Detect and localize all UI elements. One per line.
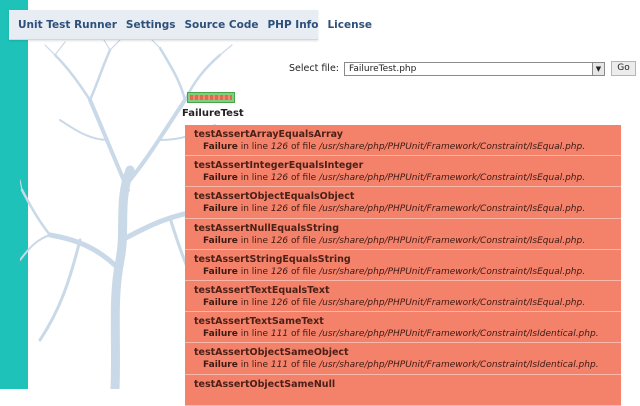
file-path: /usr/share/php/PHPUnit/Framework/Constra… (319, 360, 599, 371)
failure-status: Failure (203, 266, 238, 277)
nav-unit-test-runner[interactable]: Unit Test Runner (18, 19, 117, 31)
message-text: of file (290, 204, 317, 215)
message-text: in line (240, 266, 269, 277)
failure-message: Failure in line 111 of file /usr/share/p… (194, 328, 621, 341)
file-select-value: FailureTest.php (349, 63, 417, 74)
test-results-list: testAssertArrayEqualsArray Failure in lin… (185, 125, 621, 406)
message-text: in line (240, 329, 269, 340)
message-text: in line (240, 173, 269, 184)
line-number: 126 (270, 142, 289, 152)
file-path: /usr/share/php/PHPUnit/Framework/Constra… (319, 329, 599, 340)
failure-message: Failure in line 126 of file /usr/share/p… (194, 266, 621, 279)
failure-status: Failure (203, 360, 238, 371)
nav-license[interactable]: License (327, 19, 371, 31)
test-result-row: testAssertObjectSameNull (185, 374, 621, 406)
file-path: /usr/share/php/PHPUnit/Framework/Constra… (319, 235, 586, 246)
failure-message: Failure in line 126 of file /usr/share/p… (194, 297, 621, 310)
message-text: of file (290, 142, 317, 152)
nav-source-code[interactable]: Source Code (184, 19, 258, 31)
line-number: 111 (270, 329, 289, 340)
message-text: in line (240, 297, 269, 308)
test-name: testAssertObjectEqualsObject (194, 191, 355, 203)
line-number: 126 (270, 297, 289, 308)
message-text: in line (240, 235, 269, 246)
line-number: 126 (270, 266, 289, 277)
failure-status: Failure (203, 329, 238, 340)
chevron-down-icon[interactable]: ▼ (592, 62, 604, 75)
test-result-row: testAssertNullEqualsString Failure in lin… (185, 218, 621, 250)
test-name: testAssertNullEqualsString (194, 222, 340, 234)
file-path: /usr/share/php/PHPUnit/Framework/Constra… (319, 142, 586, 152)
message-text: in line (240, 204, 269, 215)
message-text: of file (290, 235, 317, 246)
failure-status: Failure (203, 297, 238, 308)
test-progress-bar (187, 92, 235, 103)
failure-status: Failure (203, 235, 238, 246)
line-number: 126 (270, 204, 289, 215)
failure-message: Failure in line 126 of file /usr/share/p… (194, 235, 621, 248)
test-name: testAssertObjectSameObject (194, 347, 349, 359)
file-path: /usr/share/php/PHPUnit/Framework/Constra… (319, 173, 586, 184)
file-selector-row: Select file: FailureTest.php ▼ Go (289, 60, 636, 77)
test-result-row: testAssertTextEqualsText Failure in line … (185, 280, 621, 313)
message-text: of file (290, 173, 317, 184)
line-number: 126 (270, 173, 289, 184)
failure-status: Failure (203, 173, 238, 184)
message-text: of file (290, 329, 317, 340)
failure-message: Failure in line 126 of file /usr/share/p… (194, 172, 621, 185)
test-result-row: testAssertIntegerEqualsInteger Failure in… (185, 156, 621, 188)
test-name: testAssertTextEqualsText (194, 284, 330, 296)
nav-php-info[interactable]: PHP Info (267, 19, 318, 31)
test-name: testAssertIntegerEqualsInteger (194, 160, 364, 172)
test-name: testAssertObjectSameNull (194, 378, 336, 390)
message-text: of file (290, 266, 317, 277)
test-name: testAssertStringEqualsString (194, 253, 351, 265)
failure-status: Failure (203, 142, 238, 152)
test-result-row: testAssertObjectSameObject Failure in lin… (185, 343, 621, 375)
message-text: of file (290, 360, 317, 371)
message-text: in line (240, 142, 269, 152)
failure-message: Failure in line 126 of file /usr/share/p… (194, 141, 621, 154)
file-path: /usr/share/php/PHPUnit/Framework/Constra… (319, 266, 586, 277)
test-result-row: testAssertObjectEqualsObject Failure in l… (185, 187, 621, 219)
message-text: in line (240, 360, 269, 371)
nav-settings[interactable]: Settings (126, 19, 176, 31)
failure-status: Failure (203, 204, 238, 215)
test-name: testAssertTextSameText (194, 316, 324, 328)
test-name: testAssertArrayEqualsArray (194, 129, 343, 140)
file-path: /usr/share/php/PHPUnit/Framework/Constra… (319, 297, 586, 308)
go-button[interactable]: Go (611, 61, 636, 76)
progress-failure-fill (190, 95, 232, 100)
line-number: 126 (270, 235, 289, 246)
failure-message: Failure in line 111 of file /usr/share/p… (194, 359, 621, 372)
select-file-label: Select file: (289, 63, 339, 74)
test-result-row: testAssertTextSameText Failure in line 11… (185, 312, 621, 344)
top-nav: Unit Test Runner Settings Source Code PH… (9, 10, 372, 40)
test-result-row: testAssertStringEqualsString Failure in l… (185, 249, 621, 281)
test-result-row: testAssertArrayEqualsArray Failure in lin… (185, 125, 621, 157)
line-number: 111 (270, 360, 289, 371)
suite-title: FailureTest (182, 108, 244, 119)
file-path: /usr/share/php/PHPUnit/Framework/Constra… (319, 204, 586, 215)
message-text: of file (290, 297, 317, 308)
failure-message: Failure in line 126 of file /usr/share/p… (194, 203, 621, 216)
file-select[interactable]: FailureTest.php ▼ (344, 61, 605, 76)
